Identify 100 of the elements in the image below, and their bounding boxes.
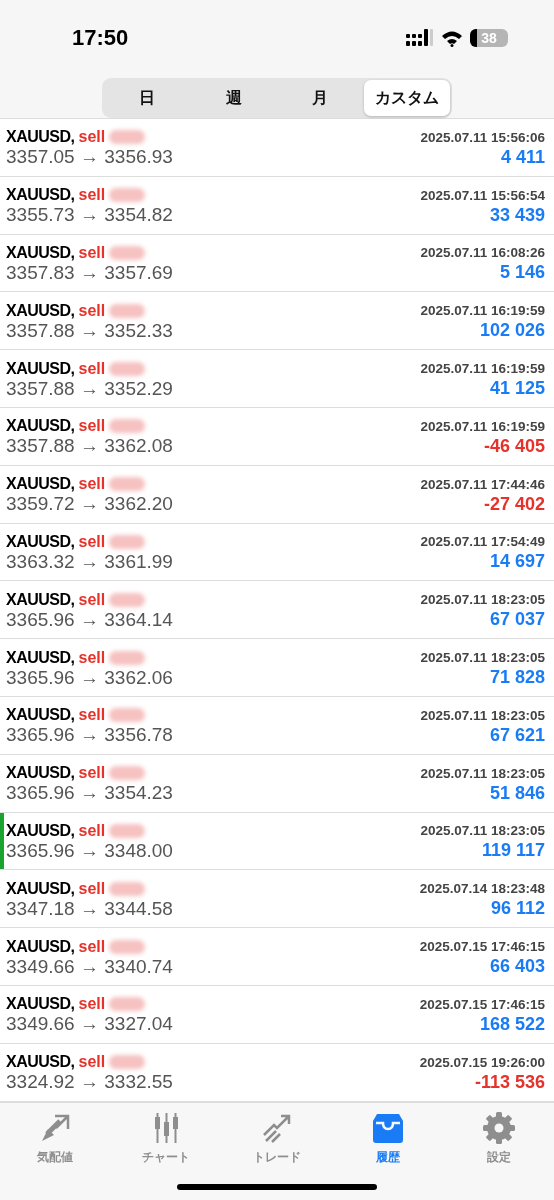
trade-row[interactable]: XAUUSD, sell 2025.07.11 18:23:05 3365.96 → 3354.23 51 846 — [0, 754, 554, 813]
redacted-volume — [109, 246, 146, 260]
price-range: 3357.88 → 3352.29 — [6, 377, 173, 400]
trade-row[interactable]: XAUUSD, sell 2025.07.11 16:19:59 3357.88 → 3352.29 41 125 — [0, 350, 554, 408]
symbol-label: XAUUSD, — [6, 475, 75, 494]
symbol-label: XAUUSD, — [6, 821, 75, 840]
redacted-volume — [109, 997, 146, 1012]
trade-time: 2025.07.11 17:44:46 — [420, 476, 545, 492]
battery-icon: 38 — [470, 29, 508, 47]
trade-side: sell — [78, 128, 106, 147]
profit-value: 5 146 — [499, 262, 545, 284]
trade-row[interactable]: XAUUSD, sell 2025.07.15 17:46:15 3349.66 → 3340.74 66 403 — [0, 928, 554, 986]
profit-value: 67 621 — [489, 724, 545, 746]
trade-row[interactable]: XAUUSD, sell 2025.07.15 19:26:00 3324.92 → 3332.55 -113 536 — [0, 1043, 554, 1102]
profit-value: 71 828 — [489, 667, 545, 689]
trade-time: 2025.07.11 18:23:05 — [420, 707, 545, 723]
price-range: 3349.66 → 3327.04 — [6, 1013, 173, 1036]
price-range: 3363.32 → 3361.99 — [6, 550, 173, 573]
trade-side: sell — [78, 301, 106, 320]
profit-value: 66 403 — [489, 956, 545, 978]
redacted-volume — [109, 592, 146, 607]
price-range: 3347.18 → 3344.58 — [6, 897, 173, 920]
profit-value: 41 125 — [489, 378, 545, 400]
trade-side: sell — [78, 1053, 106, 1072]
trade-time: 2025.07.14 18:23:48 — [419, 881, 545, 897]
trade-row[interactable]: XAUUSD, sell 2025.07.11 18:23:05 3365.96 → 3364.14 67 037 — [0, 581, 554, 640]
price-range: 3357.88 → 3352.33 — [6, 319, 173, 342]
trade-time: 2025.07.11 16:19:59 — [420, 303, 545, 319]
redacted-volume — [109, 188, 146, 203]
price-range: 3357.88 → 3362.08 — [6, 435, 173, 458]
symbol-label: XAUUSD, — [6, 532, 75, 551]
price-range: 3365.96 → 3354.23 — [6, 782, 173, 805]
period-segment[interactable]: カスタム — [363, 80, 450, 116]
trade-time: 2025.07.11 18:23:05 — [420, 765, 545, 781]
symbol-label: XAUUSD, — [6, 995, 75, 1014]
redacted-volume — [109, 1055, 146, 1070]
redacted-volume — [109, 419, 146, 434]
price-range: 3324.92 → 3332.55 — [6, 1071, 173, 1094]
redacted-volume — [109, 477, 146, 492]
symbol-label: XAUUSD, — [6, 128, 75, 147]
redacted-volume — [109, 939, 146, 954]
trade-time: 2025.07.15 19:26:00 — [419, 1054, 545, 1070]
trade-side: sell — [78, 821, 106, 840]
trade-row[interactable]: XAUUSD, sell 2025.07.11 15:56:54 3355.73 → 3354.82 33 439 — [0, 176, 554, 235]
trade-time: 2025.07.11 18:23:05 — [420, 823, 545, 839]
trade-side: sell — [78, 244, 106, 262]
profit-value: 102 026 — [479, 320, 545, 342]
price-range: 3357.83 → 3357.69 — [6, 262, 173, 284]
period-segment[interactable]: 日 — [104, 80, 191, 116]
profit-value: 33 439 — [489, 204, 545, 226]
trade-time: 2025.07.15 17:46:15 — [419, 939, 545, 955]
trade-side: sell — [78, 937, 106, 956]
symbol-label: XAUUSD, — [6, 648, 75, 667]
trade-row[interactable]: XAUUSD, sell 2025.07.15 17:46:15 3349.66 → 3327.04 168 522 — [0, 985, 554, 1044]
price-range: 3355.73 → 3354.82 — [6, 204, 173, 227]
settings-icon — [481, 1110, 516, 1145]
redacted-volume — [109, 766, 146, 781]
trade-time: 2025.07.11 17:54:49 — [420, 534, 545, 550]
redacted-volume — [109, 881, 146, 896]
symbol-label: XAUUSD, — [6, 937, 75, 956]
trade-time: 2025.07.11 15:56:06 — [420, 129, 545, 145]
trade-time: 2025.07.11 15:56:54 — [420, 187, 545, 203]
price-range: 3357.05 → 3356.93 — [6, 146, 173, 169]
trade-row[interactable]: XAUUSD, sell 2025.07.11 16:08:26 3357.83 → 3357.69 5 146 — [0, 234, 554, 293]
profit-value: -113 536 — [474, 1071, 545, 1093]
trade-side: sell — [78, 764, 106, 783]
trade-row[interactable]: XAUUSD, sell 2025.07.11 17:44:46 3359.72 → 3362.20 -27 402 — [0, 465, 554, 524]
redacted-volume — [109, 361, 146, 376]
trade-row[interactable]: XAUUSD, sell 2025.07.11 18:23:05 3365.96 → 3362.06 71 828 — [0, 639, 554, 697]
profit-value: 51 846 — [489, 782, 545, 804]
trade-time: 2025.07.11 16:19:59 — [420, 418, 545, 434]
trade-side: sell — [78, 359, 106, 378]
price-range: 3359.72 → 3362.20 — [6, 493, 173, 516]
period-segment[interactable]: 月 — [277, 80, 364, 116]
wifi-icon — [441, 29, 463, 47]
redacted-volume — [109, 823, 146, 838]
symbol-label: XAUUSD, — [6, 706, 75, 725]
trade-row[interactable]: XAUUSD, sell 2025.07.14 18:23:48 3347.18 → 3344.58 96 112 — [0, 870, 554, 929]
profit-value: 119 117 — [481, 840, 545, 862]
trade-side: sell — [78, 186, 106, 205]
period-segment[interactable]: 週 — [190, 80, 277, 116]
trade-side: sell — [78, 995, 106, 1014]
trade-row[interactable]: XAUUSD, sell 2025.07.11 18:23:05 3365.96 → 3356.78 67 621 — [0, 696, 554, 755]
trade-row[interactable]: XAUUSD, sell 2025.07.11 17:54:49 3363.32 → 3361.99 14 697 — [0, 523, 554, 582]
tab-bar-item[interactable]: 履歴 — [332, 1110, 444, 1166]
trade-row[interactable]: XAUUSD, sell 2025.07.11 18:23:05 3365.96 → 3348.00 119 117 — [0, 812, 554, 871]
trade-time: 2025.07.15 17:46:15 — [419, 996, 545, 1012]
trade-side: sell — [78, 475, 106, 494]
trade-row[interactable]: XAUUSD, sell 2025.07.11 16:19:59 3357.88 → 3362.08 -46 405 — [0, 408, 554, 466]
symbol-label: XAUUSD, — [6, 590, 75, 609]
trade-side: sell — [78, 590, 106, 609]
trade-side: sell — [78, 648, 106, 667]
profit-value: 168 522 — [479, 1013, 545, 1035]
trade-time: 2025.07.11 16:19:59 — [420, 361, 545, 377]
trade-row[interactable]: XAUUSD, sell 2025.07.11 15:56:06 3357.05 → 3356.93 4 411 — [0, 119, 554, 177]
trade-side: sell — [78, 417, 106, 436]
trade-time: 2025.07.11 18:23:05 — [420, 650, 545, 666]
trade-row[interactable]: XAUUSD, sell 2025.07.11 16:19:59 3357.88 → 3352.33 102 026 — [0, 292, 554, 351]
symbol-label: XAUUSD, — [6, 301, 75, 320]
price-range: 3365.96 → 3362.06 — [6, 666, 173, 689]
